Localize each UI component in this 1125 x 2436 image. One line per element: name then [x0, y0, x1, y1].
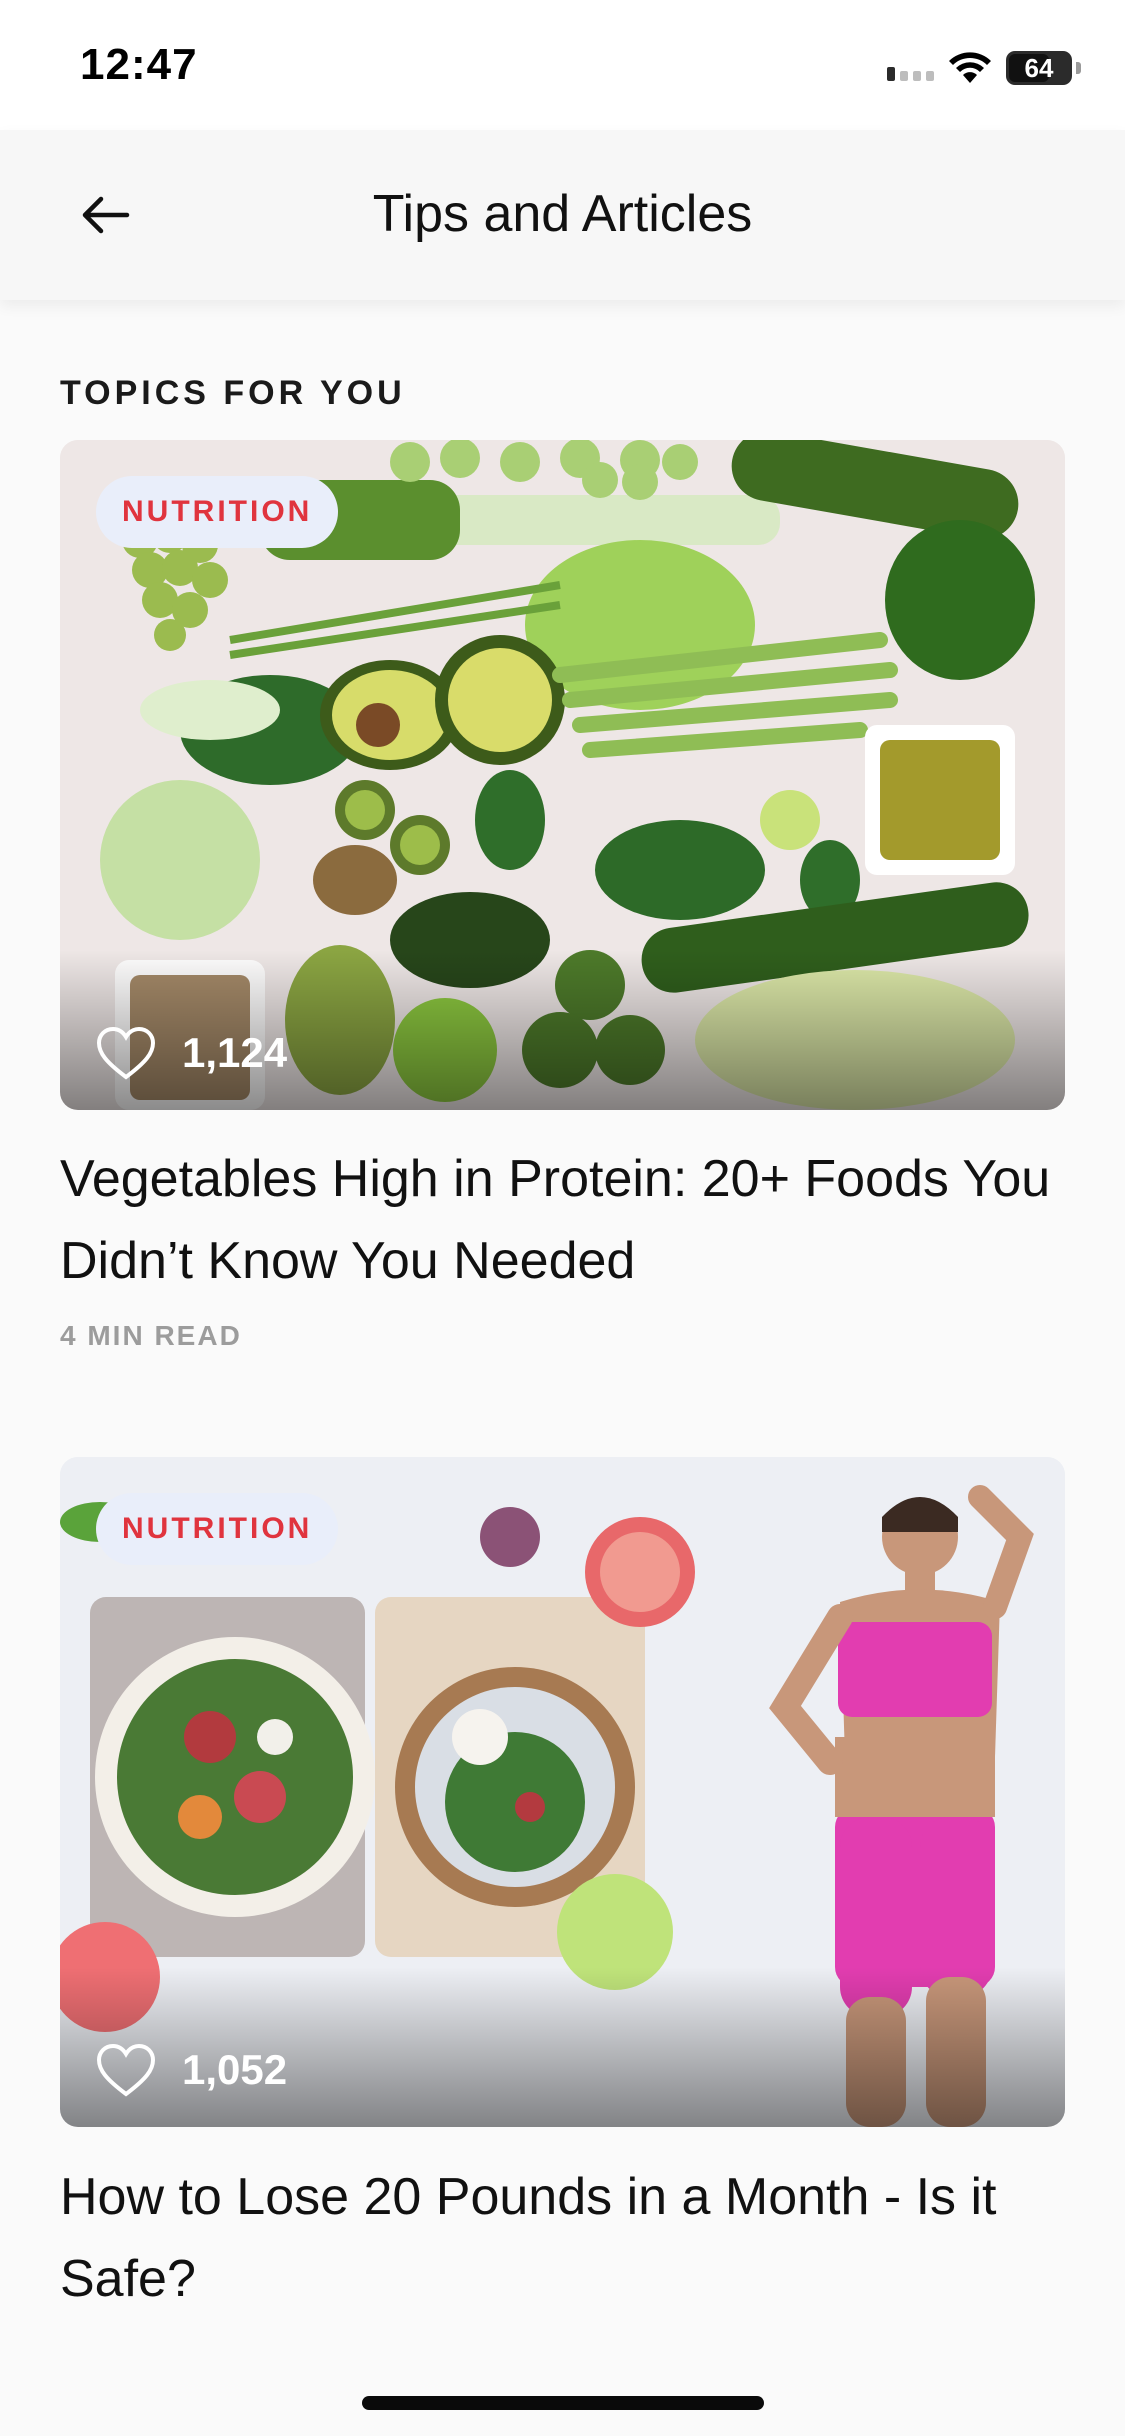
battery-icon: 64: [1006, 51, 1072, 85]
status-bar: 12:47 64: [0, 0, 1125, 130]
like-count: 1,052: [182, 2046, 288, 2093]
article-title[interactable]: How to Lose 20 Pounds in a Month - Is it…: [60, 2156, 1065, 2320]
wifi-icon: [949, 52, 991, 83]
section-label: TOPICS FOR YOU: [60, 374, 406, 412]
article-title[interactable]: Vegetables High in Protein: 20+ Foods Yo…: [60, 1138, 1065, 1302]
article-image-weight-loss[interactable]: NUTRITION 1,052: [60, 1457, 1065, 2127]
status-time: 12:47: [80, 40, 198, 89]
read-time: 4 MIN READ: [60, 1320, 242, 1351]
status-icons: 64: [887, 48, 1081, 88]
article-image-vegetables[interactable]: NUTRITION 1,124: [60, 440, 1065, 1110]
page-title: Tips and Articles: [372, 185, 753, 243]
like-button[interactable]: 1,052: [96, 2043, 287, 2097]
like-button[interactable]: 1,124: [96, 1026, 287, 1080]
navigation-header: Tips and Articles: [0, 130, 1125, 300]
heart-icon: [96, 2043, 156, 2097]
battery-level: 64: [1024, 52, 1054, 83]
heart-icon: [96, 1026, 156, 1080]
category-tag: NUTRITION: [96, 1493, 339, 1565]
home-indicator[interactable]: [362, 2396, 764, 2410]
category-tag: NUTRITION: [96, 476, 339, 548]
cellular-signal-icon: [887, 55, 934, 81]
like-count: 1,124: [182, 1029, 288, 1076]
